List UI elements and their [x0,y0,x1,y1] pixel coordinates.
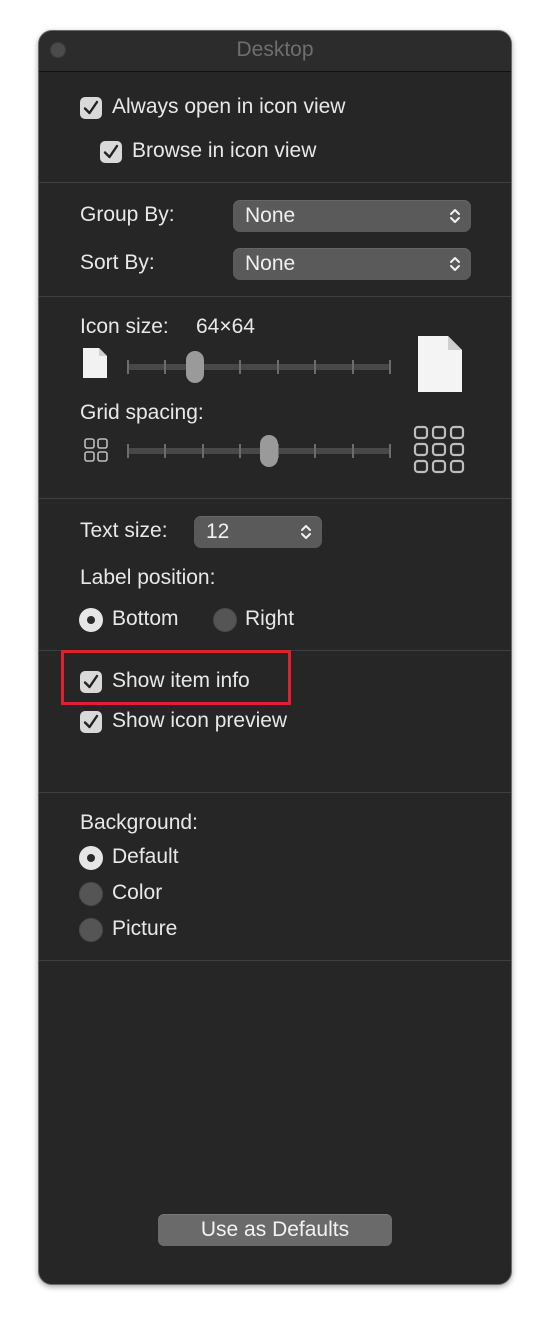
icon-size-slider[interactable] [127,349,391,385]
background-default-label: Default [112,845,179,868]
group-by-value: None [245,204,296,227]
sort-by-label: Sort By: [80,251,155,274]
slider-tick [389,360,391,374]
browse-icon-view-label: Browse in icon view [132,139,317,162]
background-picture-label: Picture [112,917,178,940]
slider-tick [201,444,204,458]
browse-icon-view-checkbox[interactable] [100,141,122,163]
slider-tick [127,360,129,374]
text-size-popup[interactable]: 12 [194,516,322,548]
background-color-radio[interactable] [79,882,103,906]
label-position-right-radio[interactable] [213,608,237,632]
slider-tick [389,444,391,458]
slider-tick [127,444,129,458]
small-document-icon [83,348,107,378]
show-item-info-checkbox[interactable] [80,671,102,693]
slider-thumb[interactable] [259,435,278,467]
group-by-popup[interactable]: None [233,200,471,232]
divider [39,182,511,183]
tight-grid-icon [84,438,108,462]
slider-tick [314,444,317,458]
title-bar: Desktop [39,31,511,72]
show-icon-preview-checkbox[interactable] [80,711,102,733]
icon-size-value: 64×64 [196,315,255,338]
divider [39,296,511,297]
checkmark-icon [103,144,119,159]
checkmark-icon [83,674,99,689]
show-item-info-label: Show item info [112,669,250,692]
slider-tick [276,360,279,374]
slider-tick [351,360,354,374]
sort-by-value: None [245,252,296,275]
grid-spacing-slider[interactable] [127,433,391,469]
use-as-defaults-button[interactable]: Use as Defaults [158,1214,392,1246]
label-position-bottom-radio[interactable] [79,608,103,632]
text-size-label: Text size: [80,519,168,542]
background-color-label: Color [112,881,163,904]
slider-tick [314,360,317,374]
slider-tick [239,444,242,458]
divider [39,498,511,499]
slider-tick [351,444,354,458]
background-picture-radio[interactable] [79,918,103,942]
up-down-arrows-icon [301,525,311,539]
up-down-arrows-icon [450,257,460,271]
divider [39,792,511,793]
divider [39,960,511,961]
large-document-icon [418,336,462,392]
icon-size-label: Icon size: [80,315,169,338]
background-label: Background: [80,811,198,834]
label-position-bottom-label: Bottom [112,607,179,630]
text-size-value: 12 [206,520,230,543]
slider-tick [164,444,167,458]
up-down-arrows-icon [450,209,460,223]
desktop-view-options-window: Desktop Always open in icon view Browse … [38,30,512,1285]
checkmark-icon [83,100,99,115]
background-default-radio[interactable] [79,846,103,870]
show-icon-preview-label: Show icon preview [112,709,288,732]
window-title: Desktop [236,38,314,61]
checkmark-icon [83,714,99,729]
group-by-label: Group By: [80,203,175,226]
label-position-right-label: Right [245,607,295,630]
slider-tick [239,360,242,374]
label-position-label: Label position: [80,566,216,589]
slider-thumb[interactable] [186,351,205,383]
always-open-icon-view-checkbox[interactable] [80,97,102,119]
sort-by-popup[interactable]: None [233,248,471,280]
wide-grid-icon [413,425,465,474]
slider-tick [164,360,167,374]
always-open-icon-view-label: Always open in icon view [112,95,346,118]
grid-spacing-label: Grid spacing: [80,401,204,424]
